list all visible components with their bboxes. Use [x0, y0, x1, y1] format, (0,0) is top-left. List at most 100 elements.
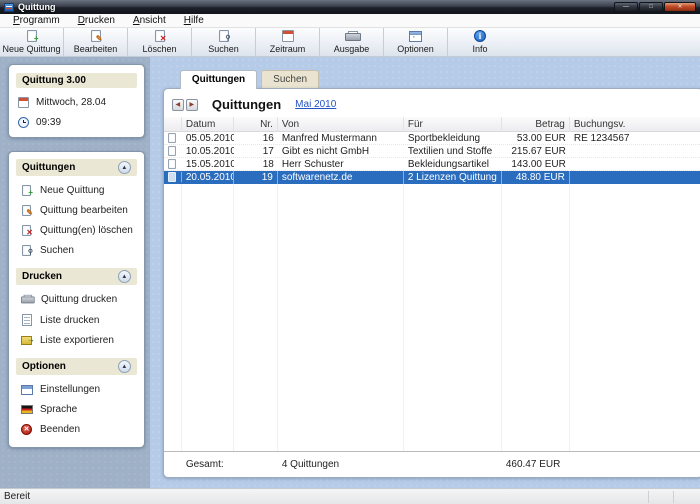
period-link[interactable]: Mai 2010 [295, 99, 336, 110]
group-optionen-header: Optionen ▲ [16, 358, 137, 375]
date-row: Mittwoch, 28.04 [18, 97, 135, 108]
options-window-icon [409, 30, 423, 43]
sidebar-item-quittungen-loeschen[interactable]: ✕ Quittung(en) löschen [20, 225, 133, 236]
maximize-button[interactable]: □ [639, 2, 663, 12]
toolbar-delete-button[interactable]: ✕ Löschen [128, 28, 192, 56]
toolbar-info-button[interactable]: i Info [448, 28, 512, 56]
info-icon: i [473, 30, 487, 43]
printer-icon [20, 294, 34, 305]
german-flag-icon [20, 405, 33, 414]
sidebar-item-sprache[interactable]: Sprache [20, 404, 133, 415]
main-area: Quittungen Suchen ◀ ▶ Quittungen Mai 201… [150, 57, 700, 488]
sidebar-item-quittung-drucken[interactable]: Quittung drucken [20, 294, 133, 305]
table-row[interactable]: 05.05.2010 16 Manfred Mustermann Sportbe… [164, 132, 700, 145]
quit-icon: ✕ [20, 424, 33, 435]
receipt-doc-icon [168, 146, 176, 156]
document-edit-icon: ✎ [89, 30, 103, 43]
menu-hilfe[interactable]: Hilfe [175, 15, 213, 26]
table-footer: Gesamt: 4 Quittungen 460.47 EUR [164, 451, 700, 477]
settings-window-icon [20, 385, 33, 395]
title-bar: Quittung — □ ✕ [0, 0, 700, 14]
calendar-icon [18, 97, 29, 108]
document-delete-icon: ✕ [153, 30, 167, 43]
total-label: Gesamt: [182, 459, 234, 470]
group-optionen: Optionen ▲ Einstellungen Sprache ✕ Beend… [16, 358, 137, 435]
receipts-panel: ◀ ▶ Quittungen Mai 2010 Datum Nr. Von Fü… [163, 88, 700, 478]
printer-icon [345, 30, 359, 43]
receipt-doc-icon [168, 159, 176, 169]
calendar-icon [281, 30, 295, 43]
table-row[interactable]: 10.05.2010 17 Gibt es nicht GmbH Textili… [164, 145, 700, 158]
document-plus-icon: + [25, 30, 39, 43]
sidebar-item-quittung-bearbeiten[interactable]: ✎ Quittung bearbeiten [20, 205, 133, 216]
tab-bar: Quittungen Suchen [163, 57, 700, 88]
next-period-button[interactable]: ▶ [186, 99, 198, 111]
app-icon [4, 3, 14, 12]
menu-programm[interactable]: Programm [4, 15, 69, 26]
group-quittungen: Quittungen ▲ + Neue Quittung ✎ Quittung … [16, 159, 137, 256]
column-icon [164, 117, 182, 132]
column-datum[interactable]: Datum [182, 117, 234, 132]
column-von[interactable]: Von [278, 117, 404, 132]
previous-period-button[interactable]: ◀ [172, 99, 184, 111]
toolbar-options-button[interactable]: Optionen [384, 28, 448, 56]
navigation-panel: Quittungen ▲ + Neue Quittung ✎ Quittung … [8, 151, 145, 448]
info-panel: Quittung 3.00 Mittwoch, 28.04 09:39 [8, 64, 145, 138]
group-quittungen-header: Quittungen ▲ [16, 159, 137, 176]
document-search-icon: ⚲ [217, 30, 231, 43]
sidebar-item-einstellungen[interactable]: Einstellungen [20, 384, 133, 395]
column-nr[interactable]: Nr. [234, 117, 278, 132]
receipt-doc-icon [168, 172, 176, 182]
table-header: Datum Nr. Von Für Betrag Buchungsv. [164, 117, 700, 132]
menu-bar: Programm Drucken Ansicht Hilfe [0, 14, 700, 28]
status-bar: Bereit [0, 488, 700, 504]
toolbar-new-receipt-button[interactable]: + Neue Quittung [0, 28, 64, 56]
table-empty-area [164, 184, 700, 451]
menu-ansicht[interactable]: Ansicht [124, 15, 175, 26]
receipt-count: 4 Quittungen [278, 459, 404, 470]
time-row: 09:39 [18, 117, 135, 128]
collapse-button[interactable]: ▲ [118, 360, 131, 373]
group-drucken: Drucken ▲ Quittung drucken Liste drucken… [16, 268, 137, 346]
panel-header: ◀ ▶ Quittungen Mai 2010 [164, 89, 700, 117]
receipt-doc-icon [168, 133, 176, 143]
sidebar-item-suchen[interactable]: ⚲ Suchen [20, 245, 133, 256]
export-icon [20, 336, 33, 345]
clock-icon [18, 117, 29, 128]
sidebar-item-liste-drucken[interactable]: Liste drucken [20, 314, 133, 326]
sidebar-item-beenden[interactable]: ✕ Beenden [20, 424, 133, 435]
current-time: 09:39 [36, 117, 61, 128]
statusbar-divider [648, 491, 649, 503]
collapse-button[interactable]: ▲ [118, 161, 131, 174]
document-lines-icon [20, 314, 33, 326]
current-date: Mittwoch, 28.04 [36, 97, 106, 108]
column-buchungsv[interactable]: Buchungsv. [570, 117, 700, 132]
tab-quittungen[interactable]: Quittungen [180, 70, 257, 89]
sidebar-item-neue-quittung[interactable]: + Neue Quittung [20, 185, 133, 196]
document-edit-icon: ✎ [20, 205, 33, 216]
status-text: Bereit [4, 491, 30, 502]
toolbar-output-button[interactable]: Ausgabe [320, 28, 384, 56]
collapse-button[interactable]: ▲ [118, 270, 131, 283]
window-title: Quittung [18, 2, 56, 12]
document-plus-icon: + [20, 185, 33, 196]
minimize-button[interactable]: — [614, 2, 638, 12]
toolbar: + Neue Quittung ✎ Bearbeiten ✕ Löschen ⚲… [0, 28, 700, 57]
info-panel-header: Quittung 3.00 [16, 73, 137, 88]
toolbar-period-button[interactable]: Zeitraum [256, 28, 320, 56]
group-drucken-header: Drucken ▲ [16, 268, 137, 285]
table-row-selected[interactable]: 20.05.2010 19 softwarenetz.de 2 Lizenzen… [164, 171, 700, 184]
column-fuer[interactable]: Für [404, 117, 502, 132]
sidebar: Quittung 3.00 Mittwoch, 28.04 09:39 Quit… [0, 57, 150, 488]
column-betrag[interactable]: Betrag [502, 117, 570, 132]
close-button[interactable]: ✕ [664, 2, 696, 12]
sidebar-item-liste-exportieren[interactable]: Liste exportieren [20, 335, 133, 346]
tab-suchen[interactable]: Suchen [261, 70, 319, 89]
toolbar-edit-button[interactable]: ✎ Bearbeiten [64, 28, 128, 56]
toolbar-search-button[interactable]: ⚲ Suchen [192, 28, 256, 56]
statusbar-divider [673, 491, 674, 503]
menu-drucken[interactable]: Drucken [69, 15, 124, 26]
app-window: Quittung — □ ✕ Programm Drucken Ansicht … [0, 0, 700, 504]
document-search-icon: ⚲ [20, 245, 33, 256]
table-row[interactable]: 15.05.2010 18 Herr Schuster Bekleidungsa… [164, 158, 700, 171]
